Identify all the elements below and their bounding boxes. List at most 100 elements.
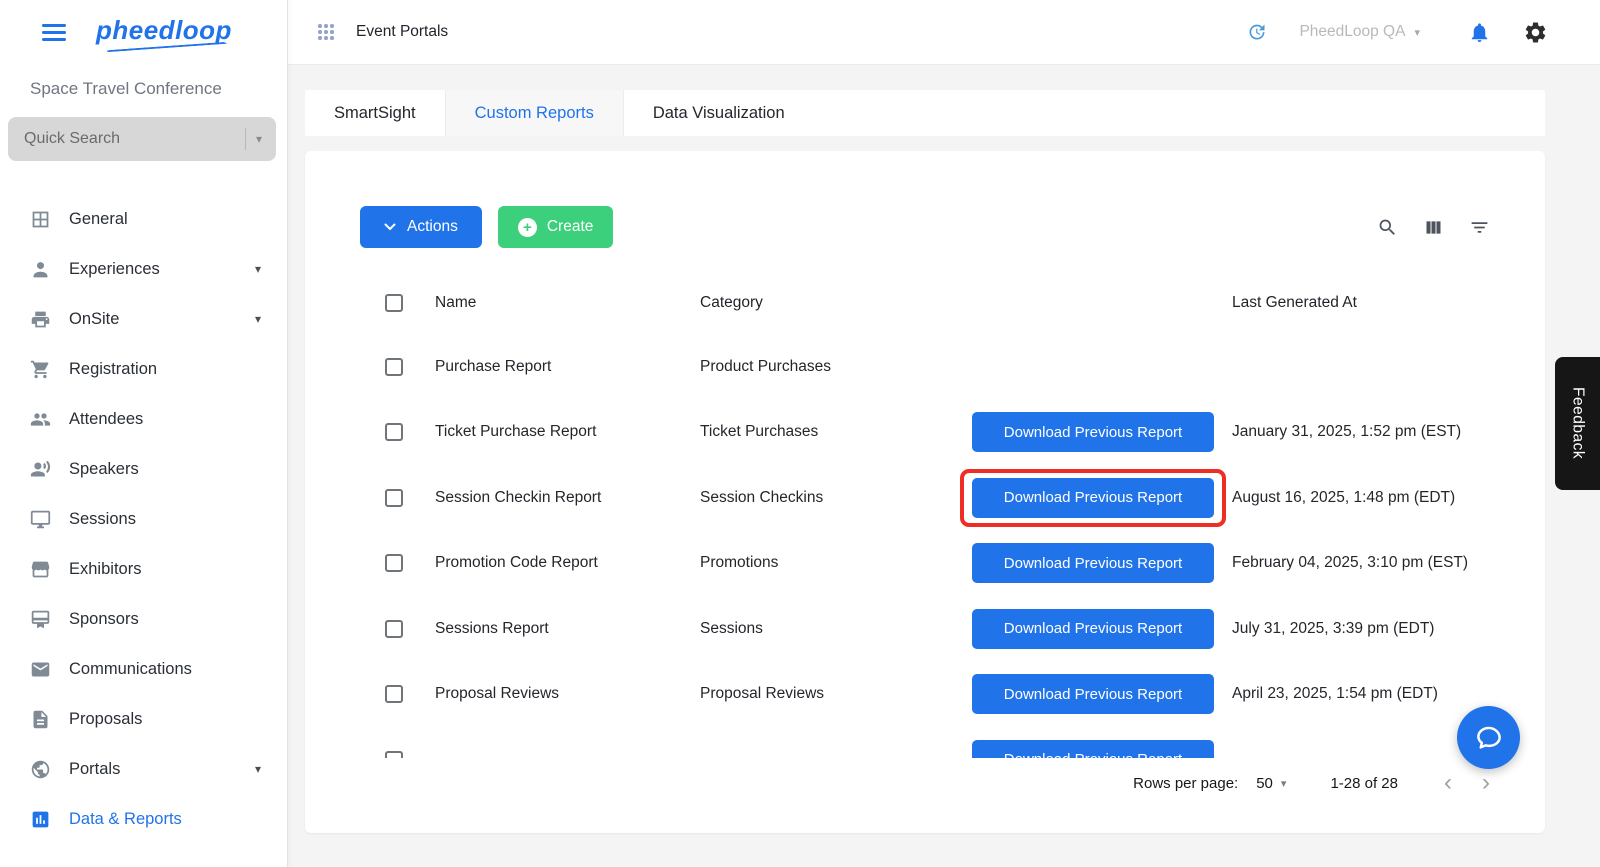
row-checkbox[interactable] [385,619,403,638]
download-button-wrapper: Download Previous Report [960,665,1226,723]
download-previous-report-button[interactable]: Download Previous Report [972,477,1214,518]
columns-icon[interactable] [1423,217,1444,238]
report-category: Proposal Reviews [700,685,825,703]
account-label: PheedLoop QA [1299,23,1406,40]
download-button-wrapper: Download Previous Report [960,534,1226,592]
sidebar-item-label: Attendees [69,409,144,428]
pagination-range: 1-28 of 28 [1330,774,1398,792]
sidebar-item-sessions[interactable]: Sessions [0,494,287,544]
row-checkbox[interactable] [385,423,403,442]
row-checkbox[interactable] [385,554,403,573]
speaker-person-icon [30,459,51,480]
search-icon[interactable] [1377,217,1398,238]
sidebar-item-label: OnSite [69,309,120,328]
pheedloop-logo[interactable]: pheedloop [96,17,232,48]
actions-button[interactable]: Actions [360,206,482,248]
sidebar: pheedloop Space Travel Conference Quick … [0,0,288,867]
row-checkbox[interactable] [385,750,403,758]
quick-search-input[interactable]: Quick Search [8,117,276,161]
download-previous-report-button[interactable]: Download Previous Report [972,543,1214,584]
account-menu[interactable]: PheedLoop QA [1299,23,1420,41]
previous-page-icon[interactable] [1444,771,1452,795]
sidebar-item-portals[interactable]: Portals [0,744,287,794]
event-name: Space Travel Conference [30,79,222,98]
sidebar-item-label: Sessions [69,509,136,528]
select-all-checkbox[interactable] [385,294,403,312]
sidebar-item-speakers[interactable]: Speakers [0,444,287,494]
sidebar-item-sponsors[interactable]: Sponsors [0,594,287,644]
sidebar-item-data-reports[interactable]: Data & Reports [0,794,287,844]
row-checkbox[interactable] [385,488,403,507]
report-category: Product Purchases [700,357,831,375]
table-row: Proposal Reviews Proposal Reviews Downlo… [305,662,1545,728]
feedback-tab[interactable]: Feedback [1555,357,1600,490]
report-category: Ticket Purchases [700,423,819,441]
sidebar-item-attendees[interactable]: Attendees [0,394,287,444]
toolbar: Actions Create [305,151,1545,248]
people-icon [30,409,51,430]
tab-custom-reports[interactable]: Custom Reports [445,90,624,136]
sidebar-item-proposals[interactable]: Proposals [0,694,287,744]
last-generated-date: February 04, 2025, 3:10 pm (EST) [1232,554,1469,572]
download-previous-report-button[interactable]: Download Previous Report [972,739,1214,758]
sidebar-item-exhibitors[interactable]: Exhibitors [0,544,287,594]
apps-grid-icon[interactable] [318,24,334,40]
cart-icon [30,359,51,380]
report-name: Sessions Report [435,619,549,637]
report-category: Promotions [700,554,779,572]
storefront-icon [30,559,51,580]
chevron-down-icon[interactable] [256,132,262,146]
tab-smartsight[interactable]: SmartSight [305,90,446,136]
chat-widget-button[interactable] [1457,706,1520,769]
report-name: Session Checkin Report [435,488,602,506]
rows-per-page-label: Rows per page: [1133,774,1239,792]
report-category: Sessions [700,619,763,637]
report-name: Ticket Purchase Report [435,423,597,441]
chevron-down-icon [1281,777,1287,790]
chat-icon [1476,726,1501,749]
bell-icon[interactable] [1468,21,1491,44]
hamburger-menu-icon[interactable] [42,24,66,41]
table-row: Session Checkin Report Session Checkins … [305,465,1545,531]
last-generated-date: July 31, 2025, 3:39 pm (EDT) [1232,619,1435,637]
sidebar-item-label: Data & Reports [69,809,182,828]
quick-search-divider [244,128,246,150]
header-name: Name [435,294,477,311]
chevron-down-icon [384,223,396,231]
sidebar-item-label: Speakers [69,459,139,478]
table-tools [1377,217,1490,238]
sidebar-item-onsite[interactable]: OnSite [0,294,287,344]
chevron-down-icon [255,762,261,776]
pagination: Rows per page: 50 1-28 of 28 [360,763,1490,803]
tab-data-visualization[interactable]: Data Visualization [624,90,814,136]
download-previous-report-button[interactable]: Download Previous Report [972,608,1214,649]
create-button-label: Create [546,218,594,235]
quick-search-placeholder: Quick Search [24,130,121,147]
sidebar-item-label: Proposals [69,709,143,728]
refresh-icon[interactable] [1247,22,1267,42]
gear-icon[interactable] [1523,20,1548,45]
header-last-generated: Last Generated At [1232,294,1357,311]
download-previous-report-button[interactable]: Download Previous Report [972,412,1214,453]
last-generated-date: January 31, 2025, 1:52 pm (EST) [1232,423,1462,441]
sidebar-item-general[interactable]: General [0,194,287,244]
report-name: Proposal Reviews [435,685,560,703]
row-checkbox[interactable] [385,357,403,376]
sidebar-item-registration[interactable]: Registration [0,344,287,394]
page-title: Event Portals [356,23,449,40]
mail-icon [30,659,51,680]
download-button-wrapper: Download Previous Report [960,468,1226,527]
create-button[interactable]: Create [497,206,614,248]
table-row: Download Previous Report [305,727,1545,758]
download-previous-report-button[interactable]: Download Previous Report [972,674,1214,715]
sidebar-item-communications[interactable]: Communications [0,644,287,694]
filter-icon[interactable] [1469,217,1490,238]
sidebar-item-label: Communications [69,659,192,678]
plus-icon [517,217,537,237]
next-page-icon[interactable] [1482,771,1490,795]
rows-per-page-value: 50 [1256,774,1273,792]
row-checkbox[interactable] [385,685,403,704]
report-name: Promotion Code Report [435,554,598,572]
rows-per-page-select[interactable]: 50 [1256,775,1286,792]
sidebar-item-experiences[interactable]: Experiences [0,244,287,294]
